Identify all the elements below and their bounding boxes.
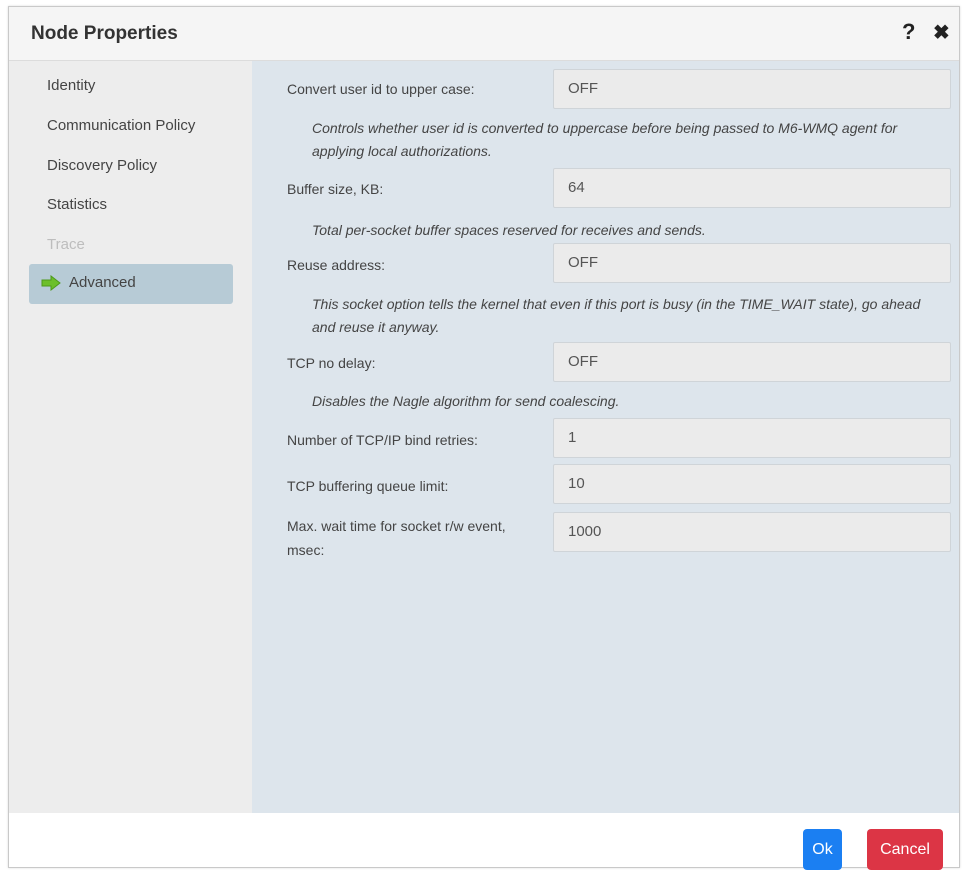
help-icon[interactable]: ? xyxy=(902,19,915,45)
advanced-settings-panel: Convert user id to upper case: OFF Contr… xyxy=(252,61,959,813)
arrow-right-icon xyxy=(41,275,61,291)
sidebar-item-trace: Trace xyxy=(47,236,85,253)
sidebar-item-label: Advanced xyxy=(69,274,136,291)
bind-retries-field[interactable]: 1 xyxy=(553,418,951,458)
reuse-address-description: This socket option tells the kernel that… xyxy=(312,296,921,335)
sidebar-item-advanced[interactable]: Advanced xyxy=(29,264,233,304)
ok-button[interactable]: Ok xyxy=(803,829,842,870)
max-wait-field[interactable]: 1000 xyxy=(553,512,951,552)
tcp-no-delay-description: Disables the Nagle algorithm for send co… xyxy=(312,393,620,409)
dialog-title: Node Properties xyxy=(31,23,178,44)
dialog-footer: Ok Cancel xyxy=(9,813,959,870)
buffer-size-label: Buffer size, KB: xyxy=(287,181,384,197)
convert-user-id-label: Convert user id to upper case: xyxy=(287,81,475,97)
sidebar-item-statistics[interactable]: Statistics xyxy=(29,186,233,226)
buffer-size-description: Total per-socket buffer spaces reserved … xyxy=(312,222,706,238)
sidebar-item-identity[interactable]: Identity xyxy=(29,67,233,107)
tcp-no-delay-label: TCP no delay: xyxy=(287,355,376,371)
sidebar-item-communication-policy[interactable]: Communication Policy xyxy=(29,107,233,147)
convert-user-id-field[interactable]: OFF xyxy=(553,69,951,109)
convert-user-id-description: Controls whether user id is converted to… xyxy=(312,120,898,159)
sidebar: Identity Communication Policy Discovery … xyxy=(9,61,252,813)
close-icon[interactable]: ✖ xyxy=(933,20,950,45)
dialog-header: Node Properties ? ✖ xyxy=(9,7,959,61)
node-properties-dialog: Node Properties ? ✖ Identity Communicati… xyxy=(8,6,960,870)
cancel-button[interactable]: Cancel xyxy=(867,829,943,870)
queue-limit-label: TCP buffering queue limit: xyxy=(287,478,449,494)
reuse-address-label: Reuse address: xyxy=(287,257,386,273)
sidebar-item-discovery-policy[interactable]: Discovery Policy xyxy=(29,147,233,187)
max-wait-label: Max. wait time for socket r/w event, mse… xyxy=(287,518,506,558)
queue-limit-field[interactable]: 10 xyxy=(553,464,951,504)
reuse-address-field[interactable]: OFF xyxy=(553,243,951,283)
tcp-no-delay-field[interactable]: OFF xyxy=(553,342,951,382)
buffer-size-field[interactable]: 64 xyxy=(553,168,951,208)
bind-retries-label: Number of TCP/IP bind retries: xyxy=(287,432,478,448)
